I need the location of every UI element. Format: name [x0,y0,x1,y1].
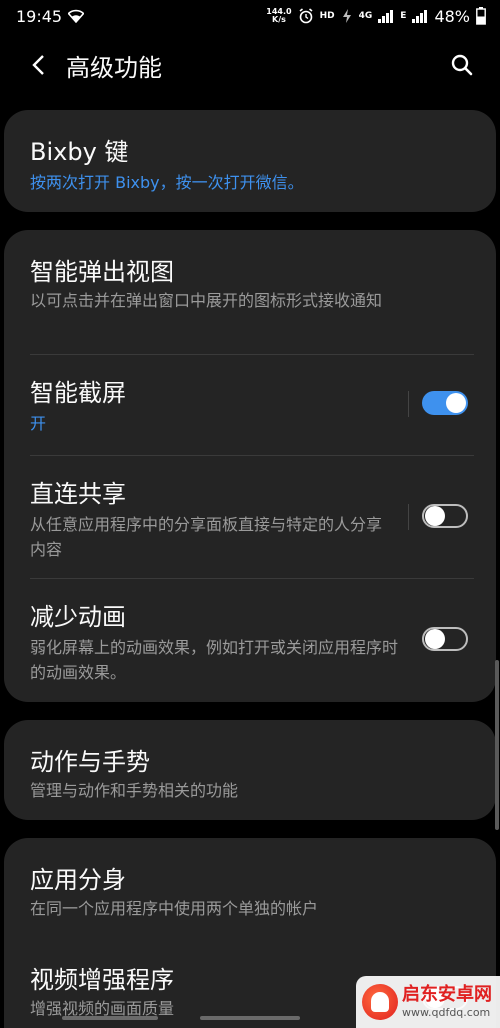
setting-dual-messenger[interactable]: 应用分身 在同一个应用程序中使用两个单独的帐户 [4,838,496,938]
battery-percent: 48% [434,6,470,26]
setting-smart-popup-view-subtitle: 以可点击并在弹出窗口中展开的图标形式接收通知 [30,291,383,310]
vertical-separator [408,504,409,530]
setting-smart-popup-view[interactable]: 智能弹出视图 以可点击并在弹出窗口中展开的图标形式接收通知 [4,230,496,354]
status-bar: 19:45 144.0 K/s HD 4G E 48% [0,0,500,32]
back-button[interactable] [16,43,60,87]
toggle-knob [446,393,466,413]
battery-icon [476,7,486,25]
network-speed: 144.0 K/s [266,8,291,24]
page-title: 高级功能 [66,53,162,82]
app-bar: 高级功能 [0,32,500,98]
edge-label: E [400,11,407,21]
hd-label: HD [319,11,335,21]
setting-reduce-animations-subtitle: 弱化屏幕上的动画效果，例如打开或关闭应用程序时的动画效果。 [30,638,399,682]
lte-label: 4G [358,11,373,21]
alarm-icon [299,8,313,24]
watermark-logo-icon [362,984,398,1020]
setting-motions-gestures[interactable]: 动作与手势 管理与动作和手势相关的功能 [4,720,496,820]
signal-icon [378,10,394,23]
network-speed-unit: K/s [272,15,286,24]
setting-smart-capture-status: 开 [30,414,47,433]
wifi-icon [68,9,85,23]
search-icon [451,54,473,76]
settings-list[interactable]: Bixby 键 按两次打开 Bixby，按一次打开微信。 智能弹出视图 以可点击… [0,110,500,1028]
setting-dual-messenger-title: 应用分身 [30,866,126,894]
card-bixby: Bixby 键 按两次打开 Bixby，按一次打开微信。 [4,110,496,212]
setting-bixby-key[interactable]: Bixby 键 按两次打开 Bixby，按一次打开微信。 [4,110,496,212]
setting-direct-share[interactable]: 直连共享 从任意应用程序中的分享面板直接与特定的人分享内容 [4,456,496,578]
setting-motions-gestures-title: 动作与手势 [30,748,150,776]
setting-reduce-animations-title: 减少动画 [30,603,126,631]
reduce-animations-toggle[interactable] [422,627,468,651]
search-button[interactable] [440,43,484,87]
watermark: 启东安卓网 www.qdfdq.com [356,976,500,1028]
setting-bixby-key-subtitle: 按两次打开 Bixby，按一次打开微信。 [30,173,304,192]
setting-smart-popup-view-title: 智能弹出视图 [30,258,174,286]
chevron-left-icon [32,55,44,75]
setting-direct-share-title: 直连共享 [30,480,126,508]
setting-dual-messenger-subtitle: 在同一个应用程序中使用两个单独的帐户 [30,899,319,918]
toggle-knob [425,506,445,526]
direct-share-toggle[interactable] [422,504,468,528]
setting-motions-gestures-subtitle: 管理与动作和手势相关的功能 [30,781,239,800]
watermark-name: 启东安卓网 [402,984,492,1005]
setting-reduce-animations[interactable]: 减少动画 弱化屏幕上的动画效果，例如打开或关闭应用程序时的动画效果。 [4,579,496,702]
setting-smart-capture[interactable]: 智能截屏 开 [4,355,496,455]
nav-home-indicator[interactable] [200,1016,300,1020]
status-time: 19:45 [16,6,63,26]
setting-video-enhancer-title: 视频增强程序 [30,966,174,994]
data-saver-icon [342,9,351,23]
setting-smart-capture-title: 智能截屏 [30,379,126,407]
vertical-separator [408,391,409,417]
scrollbar[interactable] [495,660,499,830]
card-smart-features: 智能弹出视图 以可点击并在弹出窗口中展开的图标形式接收通知 智能截屏 开 直连共… [4,230,496,702]
signal-icon-2 [412,10,428,23]
setting-bixby-key-title: Bixby 键 [30,138,129,166]
watermark-url: www.qdfdq.com [402,1006,491,1019]
setting-direct-share-subtitle: 从任意应用程序中的分享面板直接与特定的人分享内容 [30,515,383,559]
card-motions: 动作与手势 管理与动作和手势相关的功能 [4,720,496,820]
watermark-text: 启东安卓网 www.qdfdq.com [402,984,492,1020]
nav-recents-indicator[interactable] [62,1016,158,1020]
smart-capture-toggle[interactable] [422,391,468,415]
status-right: 144.0 K/s HD 4G E 48% [266,7,486,26]
status-left: 19:45 [16,6,85,26]
toggle-knob [425,629,445,649]
